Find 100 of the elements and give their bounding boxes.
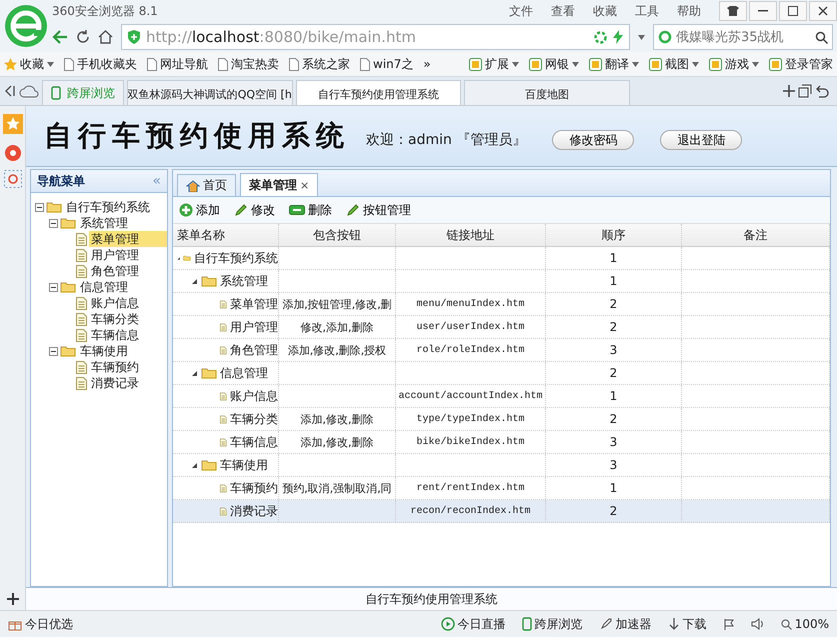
- column-header[interactable]: 备注: [682, 224, 830, 246]
- browser-tab[interactable]: 自行车预约使用管理系统: [296, 80, 461, 105]
- toolbar-button[interactable]: 按钮管理: [346, 202, 411, 218]
- table-row[interactable]: 消费记录 recon/reconIndex.htm 2: [173, 500, 830, 523]
- tree-item[interactable]: 菜单管理: [89, 231, 167, 247]
- status-link[interactable]: 跨屏浏览: [534, 616, 583, 632]
- more-bookmarks[interactable]: »: [423, 57, 431, 71]
- plus-icon[interactable]: [6, 593, 18, 605]
- collapse-icon[interactable]: [35, 202, 44, 212]
- cloud-icon[interactable]: [19, 84, 39, 98]
- back-icon[interactable]: [52, 30, 68, 44]
- flag-icon[interactable]: [722, 618, 735, 630]
- column-header[interactable]: 菜单名称: [173, 224, 279, 246]
- column-header[interactable]: 顺序: [546, 224, 682, 246]
- tree-item[interactable]: 车辆预约: [89, 359, 141, 375]
- table-cell: account/accountIndex.htm: [396, 385, 546, 407]
- table-row[interactable]: 车辆信息 添加,修改,删除 bike/bikeIndex.htm 3: [173, 431, 830, 454]
- tree-item[interactable]: 信息管理: [78, 279, 130, 295]
- speaker-icon[interactable]: [750, 618, 765, 630]
- toolbar-button[interactable]: 添加: [179, 202, 220, 218]
- home-icon[interactable]: [98, 30, 113, 44]
- table-cell: 1: [546, 270, 682, 292]
- tree-item[interactable]: 用户管理: [89, 247, 141, 263]
- tree-item[interactable]: 角色管理: [89, 263, 141, 279]
- table-row[interactable]: 车辆使用 3: [173, 454, 830, 477]
- close-button[interactable]: [809, 1, 837, 21]
- bookmark-link[interactable]: 收藏: [20, 56, 44, 72]
- dropdown-icon[interactable]: [632, 62, 639, 66]
- browser-tab[interactable]: 双鱼林源码大神调试的QQ空间 [h: [127, 80, 292, 105]
- table-row[interactable]: 自行车预约系统 1: [173, 247, 830, 270]
- table-row[interactable]: 账户信息 account/accountIndex.htm 1: [173, 385, 830, 408]
- bookmark-link[interactable]: 手机收藏夹: [77, 56, 137, 72]
- menu-item[interactable]: 工具: [635, 2, 659, 20]
- bookmark-link[interactable]: 网址导航: [160, 56, 208, 72]
- tree-item[interactable]: 账户信息: [89, 295, 141, 311]
- zoom-level[interactable]: 100%: [794, 617, 829, 631]
- table-row[interactable]: 系统管理 1: [173, 270, 830, 293]
- collapse-icon[interactable]: [49, 346, 58, 356]
- table-cell: 1: [546, 247, 682, 269]
- restore-icon[interactable]: [798, 84, 812, 98]
- address-field[interactable]: http://localhost:8080/bike/main.htm: [121, 24, 630, 50]
- page-tab[interactable]: 首页: [177, 174, 236, 196]
- header-button[interactable]: 退出登陆: [660, 130, 742, 150]
- tree-item[interactable]: 车辆使用: [78, 343, 130, 359]
- refresh-icon[interactable]: [76, 30, 90, 44]
- extension-button[interactable]: 翻译: [605, 56, 629, 72]
- extension-button[interactable]: 截图: [665, 56, 689, 72]
- menu-item[interactable]: 文件: [509, 2, 533, 20]
- search-icon[interactable]: [815, 30, 828, 44]
- extension-button[interactable]: 扩展: [485, 56, 509, 72]
- column-header[interactable]: 包含按钮: [279, 224, 396, 246]
- dropdown-icon[interactable]: [512, 62, 519, 66]
- tree-item[interactable]: 消费记录: [89, 375, 141, 391]
- chevron-left-icon[interactable]: [4, 84, 16, 98]
- dropdown-icon[interactable]: [752, 62, 759, 66]
- collapse-icon[interactable]: [49, 282, 58, 292]
- table-row[interactable]: 用户管理 修改,添加,删除 user/userIndex.htm 2: [173, 316, 830, 339]
- table-row[interactable]: 菜单管理 添加,按钮管理,修改,删 menu/menuIndex.htm 2: [173, 293, 830, 316]
- status-link[interactable]: 下载: [682, 616, 707, 632]
- toolbar-button[interactable]: 删除: [289, 202, 332, 218]
- minimize-button[interactable]: [749, 1, 777, 21]
- status-link[interactable]: 今日优选: [25, 616, 73, 632]
- maximize-button[interactable]: [779, 1, 807, 21]
- toolbar-button[interactable]: 修改: [234, 202, 275, 218]
- dropdown-icon[interactable]: [572, 62, 579, 66]
- bookmark-link[interactable]: 系统之家: [302, 56, 350, 72]
- tree-item[interactable]: 车辆信息: [89, 327, 141, 343]
- status-link[interactable]: 加速器: [616, 616, 652, 632]
- caret-down-icon[interactable]: [191, 370, 198, 376]
- menu-item[interactable]: 查看: [551, 2, 575, 20]
- page-tab[interactable]: 菜单管理 ×: [240, 173, 318, 196]
- status-link[interactable]: 今日直播: [458, 616, 506, 632]
- undo-icon[interactable]: [815, 84, 829, 98]
- collapse-icon[interactable]: [49, 218, 58, 228]
- dropdown-icon[interactable]: [692, 62, 699, 66]
- column-header[interactable]: 链接地址: [396, 224, 546, 246]
- bookmark-link[interactable]: 淘宝热卖: [231, 56, 279, 72]
- dropdown-icon[interactable]: [47, 62, 54, 66]
- skin-button[interactable]: [719, 1, 747, 21]
- menu-item[interactable]: 帮助: [677, 2, 701, 20]
- dropdown-icon[interactable]: [638, 34, 645, 40]
- tree-item[interactable]: 自行车预约系统: [64, 199, 152, 215]
- extension-button[interactable]: 登录管家: [785, 56, 833, 72]
- search-field[interactable]: 俄媒曝光苏35战机: [653, 24, 833, 50]
- header-button[interactable]: 修改密码: [552, 130, 634, 150]
- tree-item[interactable]: 车辆分类: [89, 311, 141, 327]
- tree-item[interactable]: 系统管理: [78, 215, 130, 231]
- extension-button[interactable]: 网银: [545, 56, 569, 72]
- menu-item[interactable]: 收藏: [593, 2, 617, 20]
- bookmark-link[interactable]: win7之: [373, 56, 414, 72]
- caret-down-icon[interactable]: [191, 278, 198, 284]
- caret-down-icon[interactable]: [191, 462, 198, 468]
- tab-close[interactable]: ×: [300, 178, 310, 192]
- table-cell: 添加,修改,删除: [279, 408, 396, 430]
- browser-tab[interactable]: 百度地图: [464, 80, 630, 105]
- table-row[interactable]: 信息管理 2: [173, 362, 830, 385]
- plus-icon[interactable]: [783, 85, 795, 97]
- extension-button[interactable]: 游戏: [725, 56, 749, 72]
- table-row[interactable]: 车辆分类 添加,修改,删除 type/typeIndex.htm 2: [173, 408, 830, 431]
- table-row[interactable]: 角色管理 添加,修改,删除,授权 role/roleIndex.htm 3: [173, 339, 830, 362]
